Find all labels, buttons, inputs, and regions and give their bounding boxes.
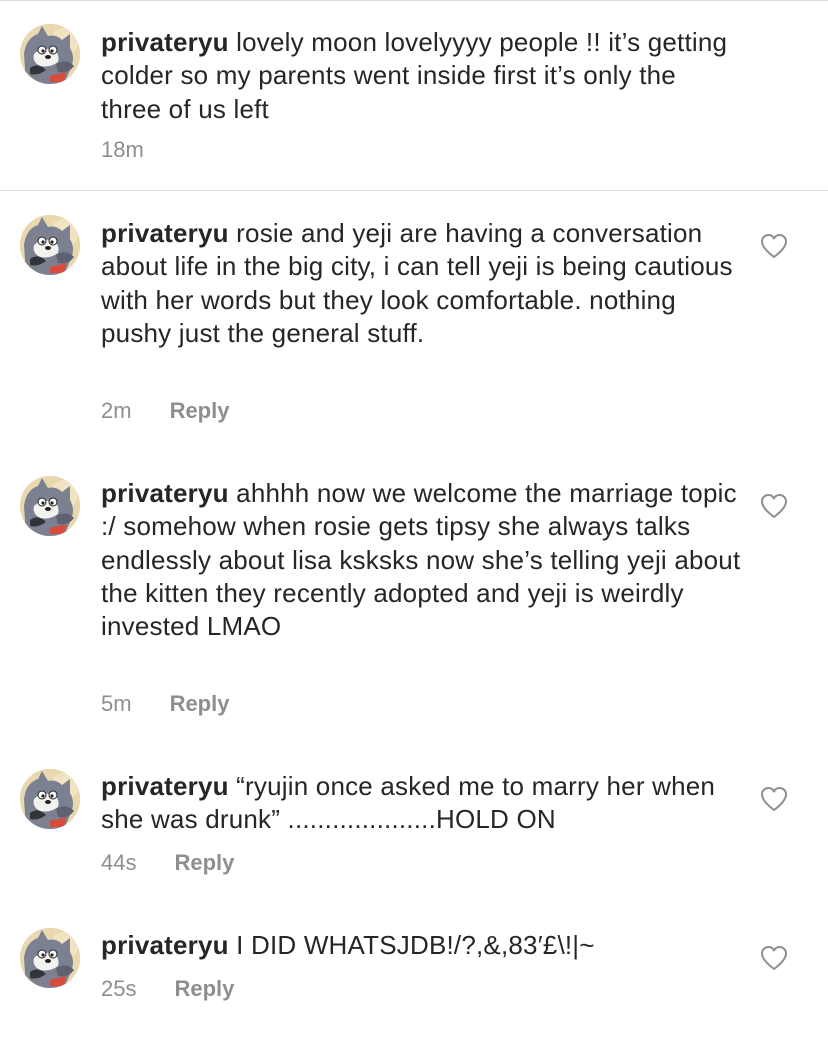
tom-cat-avatar-icon (20, 769, 80, 829)
avatar[interactable] (20, 928, 80, 988)
heart-outline-icon[interactable] (760, 493, 788, 519)
comment-text: privateryu ahhhh now we welcome the marr… (101, 477, 741, 643)
comment-text: privateryu lovely moon lovelyyyy people … (101, 26, 741, 126)
avatar[interactable] (20, 769, 80, 829)
tom-cat-avatar-icon (20, 928, 80, 988)
comment-meta: 5m Reply (101, 691, 229, 717)
comment-meta: 25s Reply (101, 976, 234, 1002)
reply-button[interactable]: Reply (174, 976, 234, 1002)
heart-outline-icon[interactable] (760, 786, 788, 812)
comment-body: I DID WHATSJDB!/?,&,83′£\!|~ (236, 930, 595, 960)
tom-cat-avatar-icon (20, 476, 80, 536)
username[interactable]: privateryu (101, 930, 229, 960)
comment-meta: 2m Reply (101, 398, 229, 424)
timestamp: 44s (101, 850, 137, 875)
avatar[interactable] (20, 476, 80, 536)
timestamp: 5m (101, 691, 132, 716)
comment-meta: 18m (101, 137, 144, 163)
username[interactable]: privateryu (101, 27, 229, 57)
timestamp: 2m (101, 398, 132, 423)
reply-button[interactable]: Reply (174, 850, 234, 876)
tom-cat-avatar-icon (20, 215, 80, 275)
timestamp: 18m (101, 137, 144, 162)
comment-text: privateryu I DID WHATSJDB!/?,&,83′£\!|~ (101, 929, 741, 962)
avatar[interactable] (20, 215, 80, 275)
username[interactable]: privateryu (101, 218, 229, 248)
username[interactable]: privateryu (101, 771, 229, 801)
tom-cat-avatar-icon (20, 24, 80, 84)
reply-button[interactable]: Reply (170, 691, 230, 717)
comment-meta: 44s Reply (101, 850, 234, 876)
top-divider (0, 0, 828, 1)
heart-outline-icon[interactable] (760, 945, 788, 971)
caption-divider (0, 190, 828, 191)
comment-text: privateryu rosie and yeji are having a c… (101, 217, 741, 350)
comment-text: privateryu “ryujin once asked me to marr… (101, 770, 741, 837)
username[interactable]: privateryu (101, 478, 229, 508)
avatar[interactable] (20, 24, 80, 84)
reply-button[interactable]: Reply (170, 398, 230, 424)
heart-outline-icon[interactable] (760, 233, 788, 259)
timestamp: 25s (101, 976, 137, 1001)
